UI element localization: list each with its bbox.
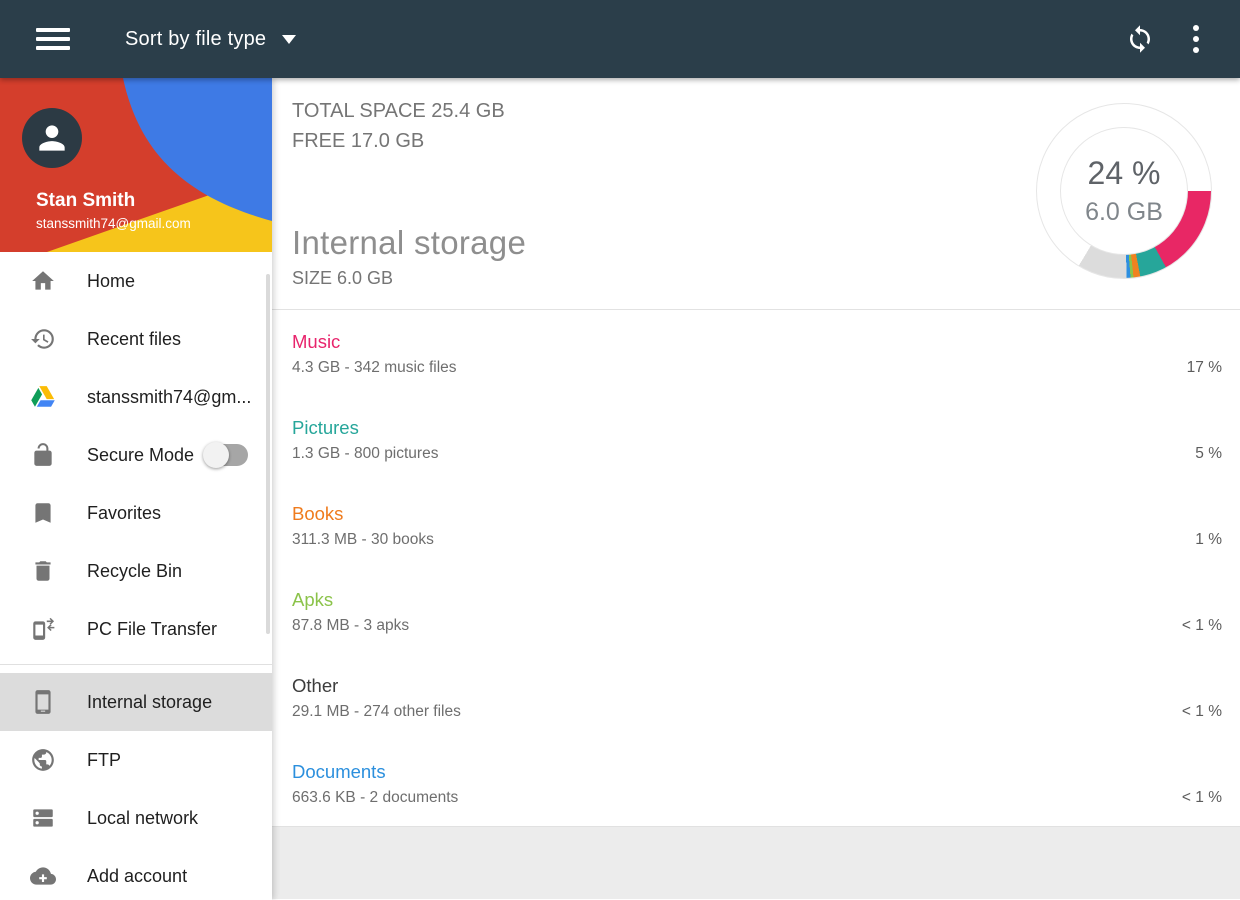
- sidebar-item-recent-files[interactable]: Recent files: [0, 310, 272, 368]
- sort-dropdown-label: Sort by file type: [125, 27, 267, 50]
- profile-email: stanssmith74@gmail.com: [36, 216, 191, 231]
- file-type-name: Documents: [292, 761, 386, 782]
- chevron-down-icon: [282, 34, 297, 44]
- nav-list: Home Recent files stanssmith74@gm... Sec…: [0, 252, 272, 900]
- file-type-name: Music: [292, 331, 341, 352]
- file-type-row-other[interactable]: Other 29.1 MB - 274 other files < 1 %: [272, 654, 1240, 740]
- home-icon: [30, 268, 56, 294]
- file-type-name: Other: [292, 675, 339, 696]
- file-type-percent: 5 %: [1195, 445, 1222, 462]
- refresh-button[interactable]: [1116, 15, 1164, 63]
- app-bar: Sort by file type: [0, 0, 1240, 78]
- storage-title: Internal storage: [292, 224, 527, 261]
- file-type-details: 311.3 MB - 30 books: [292, 531, 434, 548]
- file-type-details: 663.6 KB - 2 documents: [292, 789, 459, 806]
- file-type-details: 29.1 MB - 274 other files: [292, 703, 461, 720]
- nav-drawer: Stan Smith stanssmith74@gmail.com Home R…: [0, 78, 272, 900]
- file-type-details: 87.8 MB - 3 apks: [292, 617, 410, 634]
- secure-mode-toggle[interactable]: [203, 442, 249, 468]
- file-type-percent: < 1 %: [1181, 617, 1222, 634]
- sidebar-item-drive-account[interactable]: stanssmith74@gm...: [0, 368, 272, 426]
- file-type-details: 4.3 GB - 342 music files: [292, 359, 457, 376]
- sidebar-item-recycle-bin[interactable]: Recycle Bin: [0, 542, 272, 600]
- avatar[interactable]: [22, 108, 82, 168]
- lock-open-icon: [30, 442, 56, 468]
- profile-header[interactable]: Stan Smith stanssmith74@gmail.com: [0, 78, 272, 252]
- sidebar-item-secure-mode[interactable]: Secure Mode: [0, 426, 272, 484]
- sidebar-item-add-account[interactable]: Add account: [0, 847, 272, 900]
- sidebar-item-home[interactable]: Home: [0, 252, 272, 310]
- file-type-details: 1.3 GB - 800 pictures: [292, 445, 439, 462]
- file-type-name: Pictures: [292, 417, 359, 438]
- more-vert-icon: [1193, 23, 1199, 56]
- storage-size-label: SIZE 6.0 GB: [292, 268, 394, 288]
- donut-percent-label: 24 %: [1087, 155, 1161, 191]
- nav-divider: [0, 664, 272, 665]
- overflow-menu-button[interactable]: [1172, 15, 1220, 63]
- file-type-row-pictures[interactable]: Pictures 1.3 GB - 800 pictures 5 %: [272, 396, 1240, 482]
- donut-size-label: 6.0 GB: [1085, 198, 1163, 226]
- file-type-row-books[interactable]: Books 311.3 MB - 30 books 1 %: [272, 482, 1240, 568]
- file-type-name: Apks: [292, 589, 334, 610]
- sidebar-item-pc-file-transfer[interactable]: PC File Transfer: [0, 600, 272, 658]
- file-type-name: Books: [292, 503, 344, 524]
- profile-name: Stan Smith: [36, 190, 136, 211]
- content-footer: [272, 826, 1240, 899]
- sync-refresh-icon: [1130, 25, 1150, 53]
- sidebar-item-ftp[interactable]: FTP: [0, 731, 272, 789]
- storage-panel: TOTAL SPACE 25.4 GB FREE 17.0 GB Interna…: [272, 78, 1240, 900]
- bookmark-icon: [30, 500, 56, 526]
- toggle-thumb: [203, 442, 230, 468]
- free-space-label: FREE 17.0 GB: [292, 130, 425, 152]
- file-type-percent: 17 %: [1186, 359, 1222, 376]
- file-type-percent: < 1 %: [1181, 789, 1222, 806]
- file-type-list: Music 4.3 GB - 342 music files 17 % Pict…: [272, 310, 1240, 826]
- donut-ring: 24 % 6.0 GB: [1036, 103, 1212, 279]
- file-type-percent: 1 %: [1195, 531, 1222, 548]
- sidebar-item-local-network[interactable]: Local network: [0, 789, 272, 847]
- sort-dropdown[interactable]: Sort by file type: [125, 27, 297, 51]
- donut-center: 24 % 6.0 GB: [1060, 127, 1188, 255]
- history-icon: [30, 326, 56, 352]
- smartphone-icon: [30, 689, 56, 715]
- server-icon: [30, 805, 56, 831]
- globe-icon: [30, 747, 56, 773]
- file-type-row-apks[interactable]: Apks 87.8 MB - 3 apks < 1 %: [272, 568, 1240, 654]
- person-icon: [39, 125, 65, 151]
- storage-summary-card: TOTAL SPACE 25.4 GB FREE 17.0 GB Interna…: [272, 78, 1240, 310]
- sidebar-scrollbar[interactable]: [266, 274, 270, 634]
- storage-donut-chart: 24 % 6.0 GB: [1036, 103, 1212, 279]
- sidebar-item-internal-storage[interactable]: Internal storage: [0, 673, 272, 731]
- phone-transfer-icon: [30, 616, 56, 642]
- file-type-row-music[interactable]: Music 4.3 GB - 342 music files 17 %: [272, 310, 1240, 396]
- file-type-row-documents[interactable]: Documents 663.6 KB - 2 documents < 1 %: [272, 740, 1240, 826]
- sidebar-item-favorites[interactable]: Favorites: [0, 484, 272, 542]
- trash-icon: [30, 558, 56, 584]
- file-type-percent: < 1 %: [1181, 703, 1222, 720]
- cloud-plus-icon: [30, 863, 56, 889]
- total-space-label: TOTAL SPACE 25.4 GB: [292, 100, 505, 122]
- google-drive-icon: [30, 384, 56, 410]
- hamburger-menu-icon[interactable]: [36, 28, 70, 50]
